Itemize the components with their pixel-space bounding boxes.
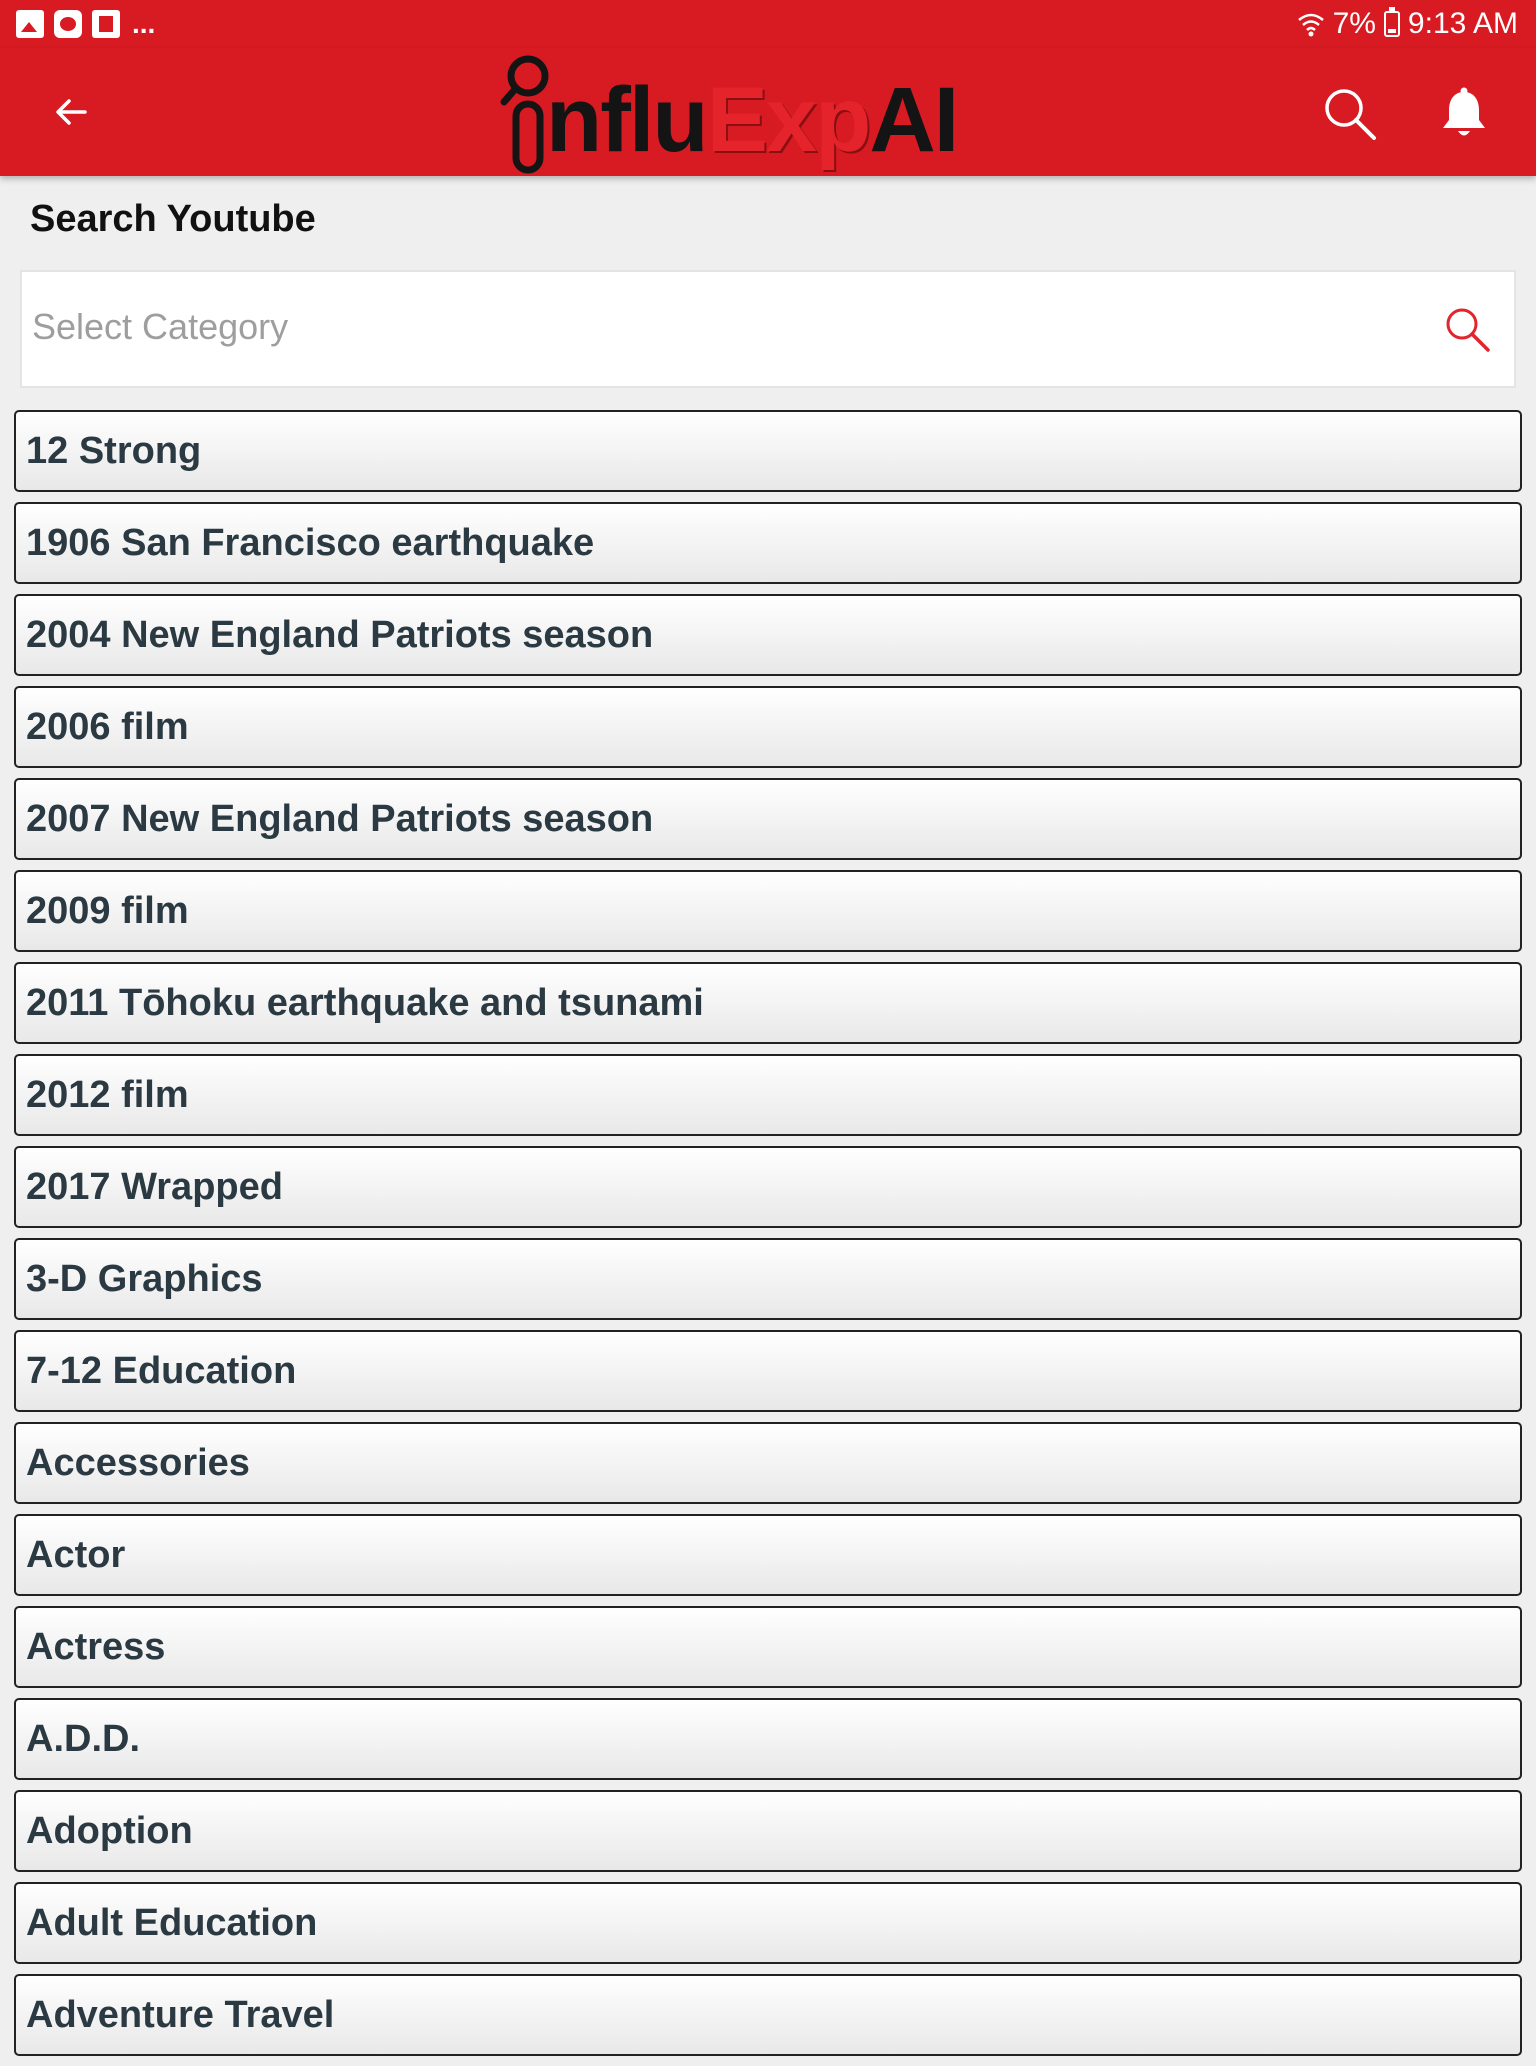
logo-part-1: nflu bbox=[546, 69, 709, 171]
app-bar: nfluExpAI bbox=[0, 48, 1536, 176]
list-item[interactable]: 2006 film bbox=[14, 686, 1522, 768]
list-item[interactable]: Adventure Travel bbox=[14, 1974, 1522, 2056]
list-item[interactable]: 12 Strong bbox=[14, 410, 1522, 492]
logo-part-2: Exp bbox=[706, 69, 872, 171]
list-item[interactable]: Accessories bbox=[14, 1422, 1522, 1504]
list-item[interactable]: Actor bbox=[14, 1514, 1522, 1596]
list-item[interactable]: 2011 Tōhoku earthquake and tsunami bbox=[14, 962, 1522, 1044]
search-icon bbox=[1325, 89, 1376, 140]
category-list: 12 Strong 1906 San Francisco earthquake … bbox=[14, 410, 1522, 2066]
list-item[interactable]: Adoption bbox=[14, 1790, 1522, 1872]
clock: 9:13 AM bbox=[1407, 7, 1518, 40]
list-item[interactable]: 7-12 Education bbox=[14, 1330, 1522, 1412]
search-placeholder: Select Category bbox=[32, 306, 289, 347]
category-search-button[interactable] bbox=[1440, 302, 1496, 358]
battery-percent: 7% bbox=[1332, 7, 1376, 40]
notification-icons: ... bbox=[16, 8, 155, 40]
header-search-button[interactable] bbox=[1318, 82, 1382, 146]
battery-icon bbox=[1383, 7, 1400, 37]
flipboard-icon bbox=[92, 10, 120, 38]
list-item[interactable]: 3-D Graphics bbox=[14, 1238, 1522, 1320]
list-item[interactable]: 2007 New England Patriots season bbox=[14, 778, 1522, 860]
wifi-icon bbox=[1297, 10, 1325, 38]
more-notifications-indicator: ... bbox=[132, 8, 156, 39]
page-title: Search Youtube bbox=[30, 198, 316, 240]
system-status: 7% 9:13 AM bbox=[1297, 6, 1518, 42]
list-item[interactable]: A.D.D. bbox=[14, 1698, 1522, 1780]
app-logo: nfluExpAI bbox=[494, 52, 959, 176]
arrow-left-icon bbox=[56, 99, 87, 125]
bell-icon bbox=[1443, 87, 1485, 136]
list-item[interactable]: Actress bbox=[14, 1606, 1522, 1688]
image-icon bbox=[16, 10, 44, 38]
list-item[interactable]: 2017 Wrapped bbox=[14, 1146, 1522, 1228]
back-button[interactable] bbox=[36, 84, 106, 140]
list-item[interactable]: Adult Education bbox=[14, 1882, 1522, 1964]
list-item[interactable]: 2004 New England Patriots season bbox=[14, 594, 1522, 676]
list-item[interactable]: 1906 San Francisco earthquake bbox=[14, 502, 1522, 584]
notifications-button[interactable] bbox=[1432, 82, 1496, 146]
list-item[interactable]: 2012 film bbox=[14, 1054, 1522, 1136]
news-icon bbox=[54, 10, 82, 38]
search-icon bbox=[1446, 308, 1490, 352]
logo-part-3: AI bbox=[869, 69, 959, 171]
list-item[interactable]: 2009 film bbox=[14, 870, 1522, 952]
category-search-input[interactable]: Select Category bbox=[20, 270, 1516, 388]
status-bar: ... 7% 9:13 AM bbox=[0, 0, 1536, 48]
